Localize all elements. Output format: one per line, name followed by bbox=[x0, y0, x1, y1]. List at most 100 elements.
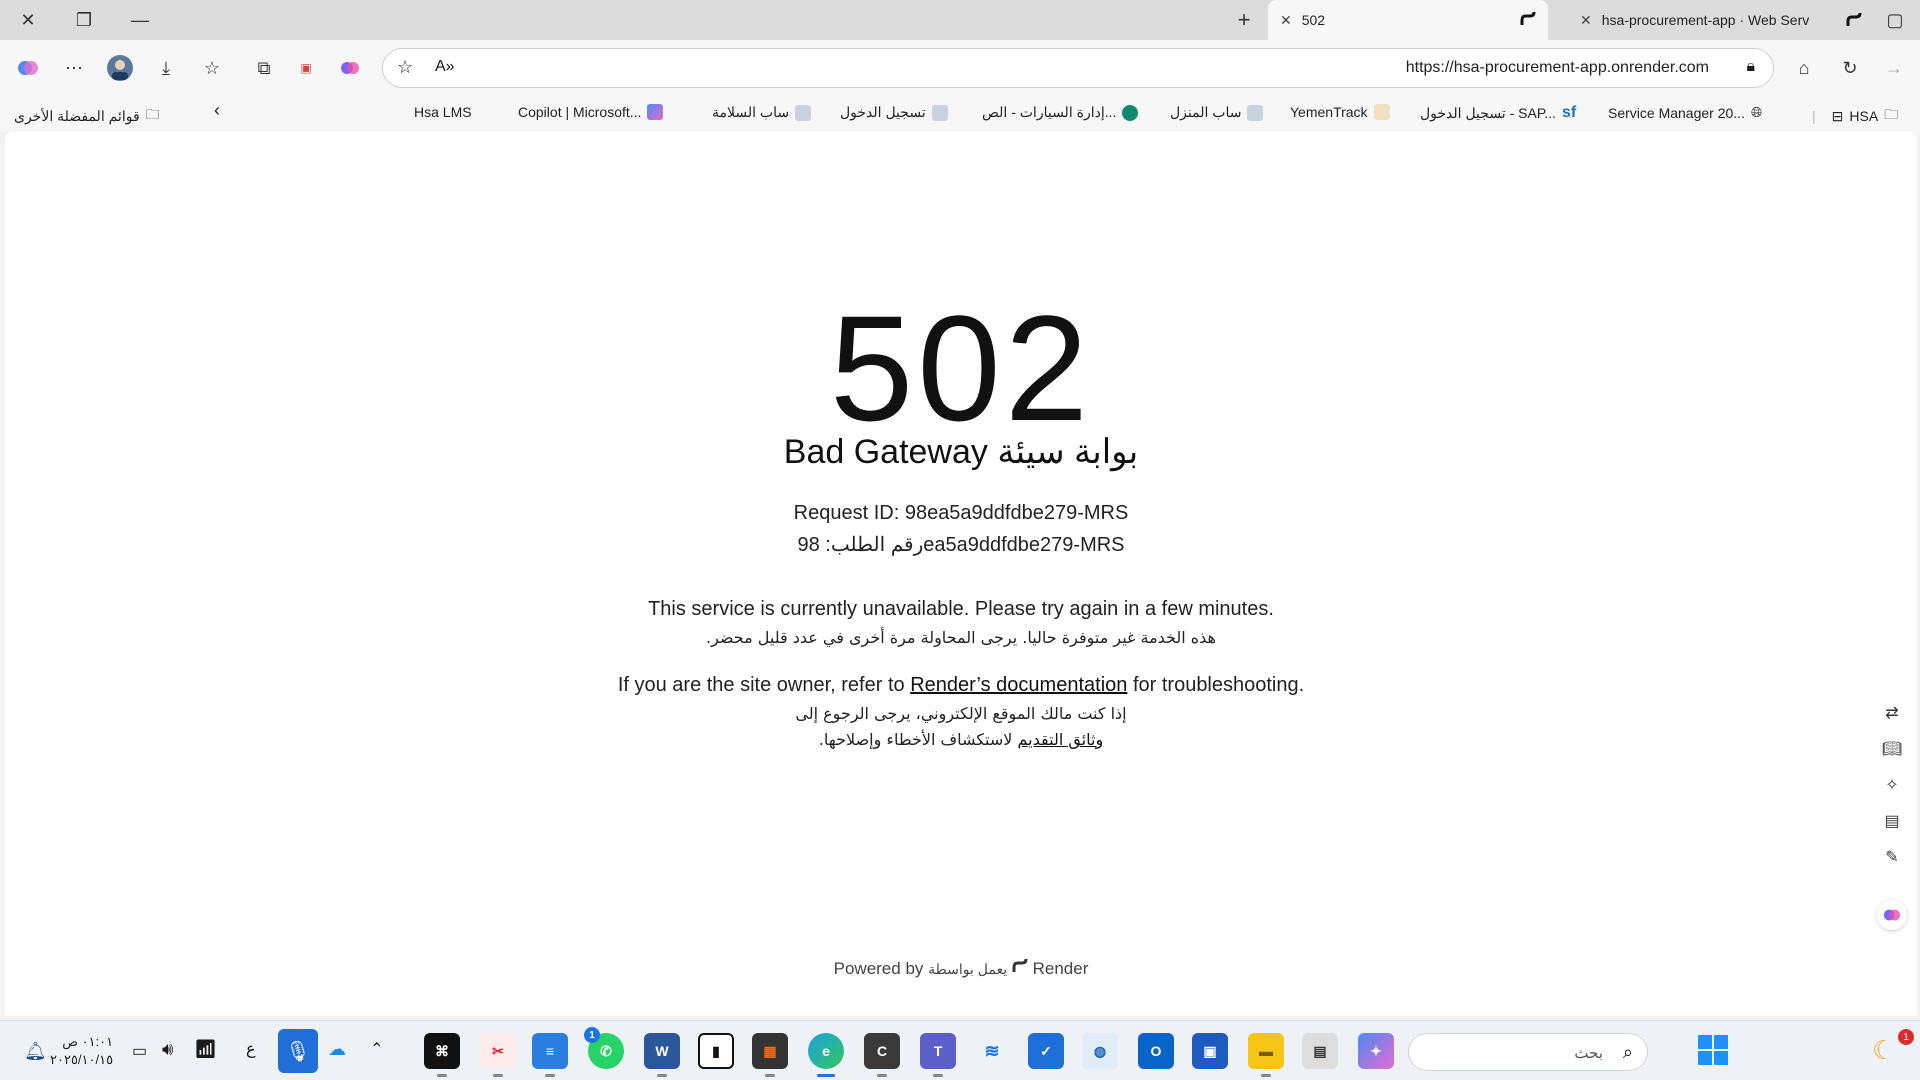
translate-icon[interactable]: ⇄ bbox=[1881, 702, 1903, 724]
start-button[interactable] bbox=[1698, 1035, 1728, 1065]
tab-actions-icon[interactable]: ▢ bbox=[1870, 0, 1920, 40]
new-tab-button[interactable]: + bbox=[1216, 0, 1272, 40]
more-options-icon[interactable]: ⋯ bbox=[58, 52, 90, 84]
dashboard-icon[interactable]: ≋ bbox=[974, 1033, 1010, 1069]
tab-strip: ✕ ❐ — + ✕ 502 ✕ hsa-procurement-app · We… bbox=[0, 0, 1920, 40]
site-info-lock-icon[interactable]: 🔒︎ bbox=[1746, 58, 1755, 76]
battery-icon[interactable]: ▭ bbox=[132, 1041, 147, 1061]
close-tab-icon[interactable]: ✕ bbox=[1280, 12, 1292, 29]
clock[interactable]: ٠١:٠١ ص ٢٠٢٥/١٠/١٥ bbox=[50, 1033, 113, 1069]
copilot-pre-icon[interactable]: ✦ bbox=[1358, 1033, 1394, 1069]
favorites-icon[interactable]: ☆ bbox=[196, 52, 228, 84]
weather-moon-icon[interactable]: ☾ bbox=[1872, 1035, 1895, 1066]
tab-502[interactable]: ✕ 502 bbox=[1268, 0, 1548, 40]
close-window-icon[interactable]: ✕ bbox=[0, 0, 56, 40]
bookmark-sap-login[interactable]: تسجيل الدخول - SAP... sf bbox=[1420, 104, 1576, 122]
start-tile bbox=[1714, 1035, 1728, 1049]
error-title-ar: بوابة سيئة bbox=[997, 433, 1139, 471]
bookmark-service-manager[interactable]: Service Manager 20... 🌐︎ bbox=[1608, 104, 1762, 121]
render-docs-link[interactable]: Render’s documentation bbox=[910, 674, 1127, 696]
start-tile bbox=[1714, 1051, 1728, 1065]
terminal-icon[interactable]: C bbox=[864, 1033, 900, 1077]
bookmarks-bar: قوائم المفضلة الأخرى 🗀 ‹ Hsa LMS Copilot… bbox=[0, 96, 1920, 132]
notepad-icon[interactable]: ≡ bbox=[532, 1033, 568, 1077]
collections-icon: ⊟ bbox=[1831, 107, 1844, 124]
bookmark-label: YemenTrack bbox=[1290, 104, 1368, 120]
forward-icon[interactable]: → bbox=[1878, 52, 1910, 84]
address-bar[interactable]: ☆ A» https://hsa-procurement-app.onrende… bbox=[382, 48, 1774, 88]
bookmark-hsa-lms[interactable]: Hsa LMS bbox=[414, 104, 472, 120]
reading-view-icon[interactable]: 📖︎ bbox=[1881, 738, 1903, 760]
powered-by-ar: يعمل بواسطة bbox=[928, 961, 1008, 977]
github-icon[interactable]: ⌘ bbox=[424, 1033, 460, 1077]
notification-bell-icon[interactable]: 🔔︎ bbox=[24, 1041, 47, 1062]
copilot-brain-icon[interactable] bbox=[334, 52, 366, 84]
render-logo-icon bbox=[1012, 958, 1033, 978]
refresh-icon[interactable]: ↻ bbox=[1834, 52, 1866, 84]
restore-window-icon[interactable]: ❐ bbox=[56, 0, 112, 40]
onedrive-icon[interactable]: ☁︎ bbox=[328, 1039, 346, 1060]
bookmark-sap-home[interactable]: ساب المنزل bbox=[1170, 104, 1264, 121]
render-brand: Render bbox=[1032, 959, 1089, 978]
read-aloud-icon[interactable]: A» bbox=[435, 58, 455, 76]
close-tab-icon[interactable]: ✕ bbox=[1580, 12, 1592, 29]
teams-icon[interactable]: T bbox=[920, 1033, 956, 1077]
tab-procurement-app[interactable]: ✕ hsa-procurement-app · Web Serv bbox=[1568, 0, 1868, 40]
snipping-tool-icon[interactable]: ✂ bbox=[480, 1033, 516, 1077]
store-icon[interactable]: ▣ bbox=[1192, 1033, 1228, 1069]
owner-message-en: If you are the site owner, refer to Rend… bbox=[5, 674, 1917, 697]
presentation-icon[interactable]: ▤ bbox=[1881, 810, 1903, 832]
input-language[interactable]: ع bbox=[246, 1039, 256, 1059]
chevron-up-icon[interactable]: ⌃ bbox=[370, 1039, 383, 1059]
word-icon[interactable]: W bbox=[644, 1033, 680, 1077]
yementrack-icon bbox=[1373, 104, 1390, 120]
browser-toolbar: ⋯ ⤓ ☆ ⧉ ▣ ☆ A» https://hsa-procurement-a… bbox=[0, 40, 1920, 96]
clock-time: ٠١:٠١ ص bbox=[62, 1034, 114, 1049]
bookmark-vehicles[interactable]: إدارة السيارات - الص... bbox=[982, 104, 1139, 121]
chevron-left-icon[interactable]: ‹ bbox=[214, 100, 220, 121]
wifi-icon[interactable]: 📶︎ bbox=[194, 1039, 217, 1060]
powered-by-footer[interactable]: Powered by يعمل بواسطة Render bbox=[5, 958, 1917, 979]
vpn-icon[interactable]: ◍ bbox=[1082, 1033, 1118, 1069]
search-placeholder: بحث bbox=[1574, 1045, 1603, 1062]
whatsapp-icon[interactable]: ✆ 1 bbox=[584, 1027, 624, 1069]
render-docs-link-ar[interactable]: وثائق التقديم bbox=[1018, 730, 1104, 749]
url-text[interactable]: https://hsa-procurement-app.onrender.com bbox=[1406, 59, 1709, 77]
bookmark-yementrack[interactable]: YemenTrack bbox=[1290, 104, 1390, 120]
microphone-icon[interactable]: 🎙︎ bbox=[278, 1029, 318, 1073]
file-explorer-icon[interactable]: ▬ bbox=[1248, 1033, 1284, 1077]
minimize-window-icon[interactable]: — bbox=[112, 0, 168, 40]
owner-message-after: for troubleshooting. bbox=[1132, 674, 1305, 696]
whatsapp-badge: 1 bbox=[584, 1027, 600, 1043]
pdf-extension-icon[interactable]: ▣ bbox=[290, 52, 322, 84]
app-window-icon[interactable]: ▤ bbox=[1302, 1033, 1338, 1069]
outlook-icon[interactable]: O bbox=[1138, 1033, 1174, 1069]
bookmark-label: ساب المنزل bbox=[1170, 104, 1242, 120]
start-tile bbox=[1698, 1035, 1712, 1049]
edge-icon[interactable]: e bbox=[808, 1033, 844, 1077]
bookmark-login[interactable]: تسجيل الدخول bbox=[840, 104, 948, 121]
volume-icon[interactable]: 🔊︎ bbox=[162, 1039, 173, 1060]
extensions-icon[interactable]: ⧉ bbox=[248, 52, 280, 84]
profile-avatar[interactable] bbox=[104, 52, 136, 84]
render-favicon-icon bbox=[1840, 0, 1868, 40]
tools-icon[interactable]: ✧ bbox=[1881, 774, 1903, 796]
bookmark-label: ساب السلامة bbox=[712, 104, 790, 120]
notes-icon[interactable]: ✎ bbox=[1881, 846, 1903, 868]
bookmark-label: Service Manager 20... bbox=[1608, 104, 1745, 121]
power-bi-icon[interactable]: ▮ bbox=[698, 1033, 734, 1069]
mail-check-icon[interactable]: ✓ bbox=[1028, 1033, 1064, 1069]
downloads-icon[interactable]: ⤓ bbox=[150, 52, 182, 84]
render-favicon-icon bbox=[1520, 11, 1536, 30]
unavailable-message-ar: هذه الخدمة غير متوفرة حاليا. يرجى المحاو… bbox=[706, 628, 1216, 647]
bookmark-sap-safety[interactable]: ساب السلامة bbox=[712, 104, 812, 121]
copilot-icon[interactable] bbox=[12, 52, 44, 84]
copilot-brain-icon[interactable] bbox=[1877, 900, 1907, 930]
app-icon[interactable]: ▦ bbox=[752, 1033, 788, 1077]
taskbar-search[interactable]: ⌕ بحث bbox=[1408, 1033, 1648, 1071]
home-icon[interactable]: ⌂ bbox=[1788, 52, 1820, 84]
bookmark-hsa[interactable]: | ⊟ HSA 🗀 bbox=[1812, 104, 1898, 128]
add-favorite-icon[interactable]: ☆ bbox=[397, 57, 413, 78]
bookmark-copilot[interactable]: Copilot | Microsoft... bbox=[518, 104, 664, 120]
other-favorites-folder[interactable]: قوائم المفضلة الأخرى 🗀 bbox=[14, 104, 160, 128]
